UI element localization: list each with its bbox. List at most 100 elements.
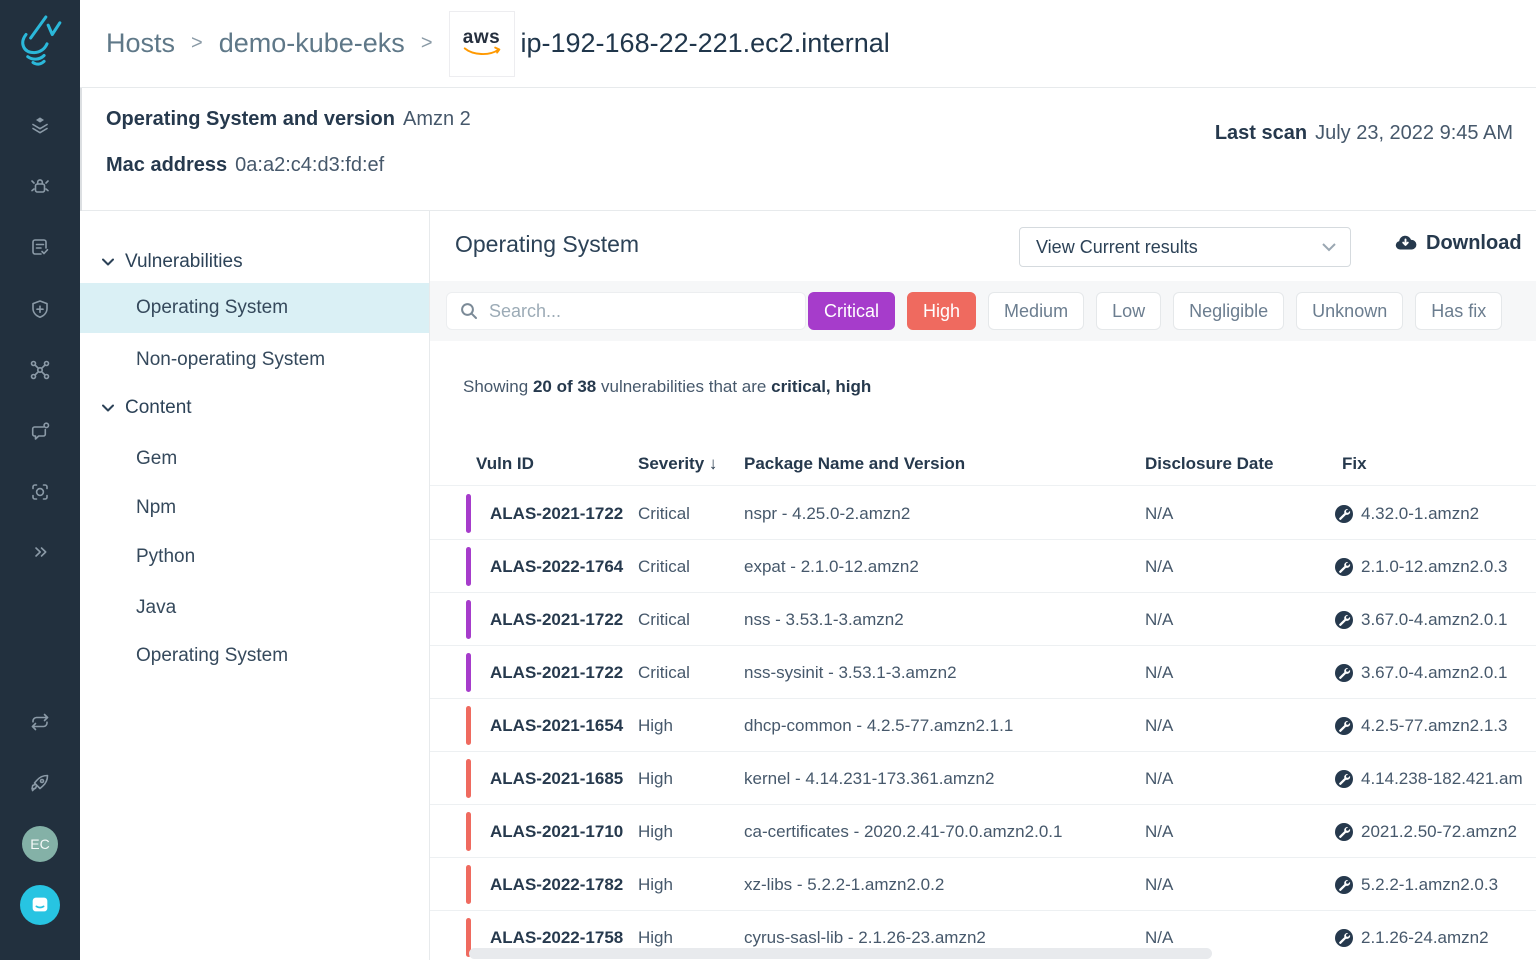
nav-item-gem[interactable]: Gem [80, 434, 429, 484]
nav-item-non-operating-system[interactable]: Non-operating System [80, 335, 429, 385]
filter-chip-medium[interactable]: Medium [988, 292, 1084, 330]
download-button[interactable]: Download [1393, 231, 1522, 255]
table-row[interactable]: ALAS-2021-1685 High kernel - 4.14.231-17… [430, 752, 1536, 805]
nav-group-label: Vulnerabilities [125, 251, 243, 273]
filter-chip-critical[interactable]: Critical [808, 292, 895, 330]
disclosure-cell: N/A [1145, 752, 1173, 805]
table-row[interactable]: ALAS-2021-1722 Critical nss-sysinit - 3.… [430, 646, 1536, 699]
nav-item-python[interactable]: Python [80, 532, 429, 582]
breadcrumb-separator: > [191, 32, 203, 55]
col-header-fix[interactable]: Fix [1342, 454, 1367, 474]
mac-address-line: Mac address0a:a2:c4:d3:fd:ef [106, 154, 384, 177]
package-cell: dhcp-common - 4.2.5-77.amzn2.1.1 [744, 699, 1013, 752]
filter-chip-low[interactable]: Low [1096, 292, 1161, 330]
expand-sidebar-chevrons-icon[interactable] [28, 540, 52, 564]
package-cell: ca-certificates - 2020.2.41-70.0.amzn2.0… [744, 805, 1062, 858]
breadcrumb: Hosts > demo-kube-eks > aws ip-192-168-2… [80, 0, 1536, 88]
nav-group-vulnerabilities[interactable]: Vulnerabilities [80, 239, 429, 285]
nav-item-npm[interactable]: Npm [80, 483, 429, 533]
table-row[interactable]: ALAS-2022-1782 High xz-libs - 5.2.2-1.am… [430, 858, 1536, 911]
page-title-hostname: ip-192-168-22-221.ec2.internal [521, 28, 890, 59]
nav-group-content[interactable]: Content [80, 385, 429, 431]
table-row[interactable]: ALAS-2022-1764 Critical expat - 2.1.0-12… [430, 540, 1536, 593]
filter-chip-negligible[interactable]: Negligible [1173, 292, 1284, 330]
disclosure-cell: N/A [1145, 646, 1173, 699]
summary-count: 20 of 38 [533, 377, 596, 396]
vulnerability-bug-icon[interactable] [28, 174, 52, 198]
fix-text: 3.67.0-4.amzn2.0.1 [1361, 646, 1507, 699]
breadcrumb-hosts-link[interactable]: Hosts [106, 28, 175, 59]
fix-text: 2.1.26-24.amzn2 [1361, 911, 1489, 960]
nav-item-content-operating-system[interactable]: Operating System [80, 631, 429, 681]
results-nav-panel: Vulnerabilities Operating System Non-ope… [80, 211, 430, 960]
fix-wrench-icon [1335, 664, 1353, 682]
col-header-severity[interactable]: Severity ↓ [638, 454, 717, 474]
severity-cell: Critical [638, 593, 690, 646]
severity-cell: Critical [638, 487, 690, 540]
col-header-vuln-id[interactable]: Vuln ID [476, 454, 534, 474]
severity-cell: High [638, 699, 673, 752]
fix-cell: 4.2.5-77.amzn2.1.3 [1335, 699, 1536, 752]
last-scan-line: Last scanJuly 23, 2022 9:45 AM [1215, 122, 1513, 145]
severity-color-bar [466, 706, 471, 745]
os-version-value: Amzn 2 [403, 108, 471, 130]
search-icon [459, 301, 479, 321]
fix-text: 4.2.5-77.amzn2.1.3 [1361, 699, 1507, 752]
filter-chip-high[interactable]: High [907, 292, 976, 330]
severity-cell: High [638, 805, 673, 858]
policy-report-icon[interactable] [28, 235, 52, 259]
fix-wrench-icon [1335, 558, 1353, 576]
fix-wrench-icon [1335, 876, 1353, 894]
os-version-line: Operating System and version Amzn 2 [106, 108, 471, 131]
severity-cell: High [638, 752, 673, 805]
severity-cell: Critical [638, 646, 690, 699]
chat-notification-icon[interactable] [28, 419, 52, 443]
filter-chip-has-fix[interactable]: Has fix [1415, 292, 1502, 330]
col-header-disclosure[interactable]: Disclosure Date [1145, 454, 1274, 474]
aws-logo-text: aws [463, 30, 500, 46]
horizontal-scrollbar[interactable] [469, 948, 1212, 959]
breadcrumb-cluster-link[interactable]: demo-kube-eks [219, 28, 405, 59]
nav-item-java[interactable]: Java [80, 583, 429, 633]
network-topology-icon[interactable] [28, 358, 52, 382]
table-row[interactable]: ALAS-2021-1654 High dhcp-common - 4.2.5-… [430, 699, 1536, 752]
results-summary: Showing 20 of 38 vulnerabilities that ar… [463, 377, 871, 397]
fix-cell: 3.67.0-4.amzn2.0.1 [1335, 646, 1536, 699]
rocket-icon[interactable] [28, 771, 52, 795]
fix-text: 2.1.0-12.amzn2.0.3 [1361, 540, 1507, 593]
fix-cell: 2.1.0-12.amzn2.0.3 [1335, 540, 1536, 593]
vuln-id-cell: ALAS-2022-1782 [490, 858, 623, 911]
severity-filter-chips: Critical High Medium Low Negligible Unkn… [808, 292, 1502, 330]
mac-address-label: Mac address [106, 154, 227, 176]
fix-cell: 4.14.238-182.421.am [1335, 752, 1536, 805]
vuln-id-cell: ALAS-2021-1710 [490, 805, 623, 858]
severity-cell: Critical [638, 540, 690, 593]
cloud-download-icon [1393, 231, 1417, 255]
main-panel: Operating System View Current results Do… [430, 211, 1536, 960]
sysdig-logo-icon[interactable] [12, 10, 68, 66]
view-results-dropdown[interactable]: View Current results [1019, 227, 1351, 267]
nav-item-vuln-operating-system[interactable]: Operating System [80, 283, 429, 333]
fix-text: 4.14.238-182.421.am [1361, 752, 1523, 805]
vuln-id-cell: ALAS-2022-1764 [490, 540, 623, 593]
capture-scan-icon[interactable] [28, 480, 52, 504]
os-version-label: Operating System and version [106, 108, 395, 130]
shield-plus-icon[interactable] [28, 297, 52, 321]
severity-color-bar [466, 759, 471, 798]
fix-wrench-icon [1335, 717, 1353, 735]
search-input[interactable] [489, 301, 779, 322]
table-row[interactable]: ALAS-2021-1722 Critical nspr - 4.25.0-2.… [430, 487, 1536, 540]
chevron-down-icon [102, 258, 114, 266]
sync-repeat-icon[interactable] [28, 710, 52, 734]
filter-chip-unknown[interactable]: Unknown [1296, 292, 1403, 330]
layers-icon[interactable] [28, 113, 52, 137]
user-avatar[interactable]: EC [22, 826, 58, 862]
package-cell: nspr - 4.25.0-2.amzn2 [744, 487, 910, 540]
table-row[interactable]: ALAS-2021-1710 High ca-certificates - 20… [430, 805, 1536, 858]
vuln-id-cell: ALAS-2021-1654 [490, 699, 623, 752]
disclosure-cell: N/A [1145, 593, 1173, 646]
table-row[interactable]: ALAS-2021-1722 Critical nss - 3.53.1-3.a… [430, 593, 1536, 646]
col-header-package[interactable]: Package Name and Version [744, 454, 965, 474]
support-chat-icon[interactable] [20, 885, 60, 925]
fix-text: 5.2.2-1.amzn2.0.3 [1361, 858, 1498, 911]
